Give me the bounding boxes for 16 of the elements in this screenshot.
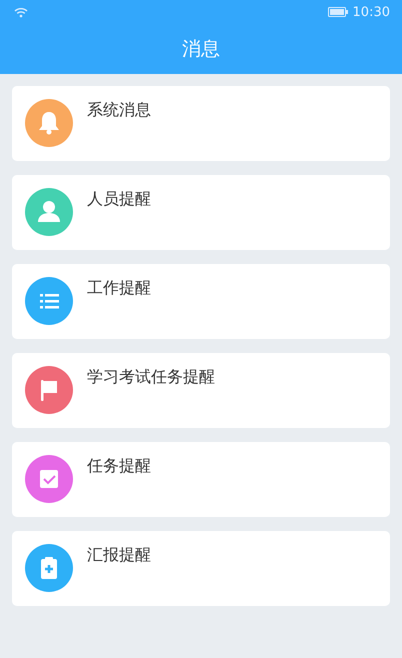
message-category-card[interactable]: 人员提醒 [12, 175, 390, 250]
category-label: 学习考试任务提醒 [87, 367, 215, 388]
category-label: 人员提醒 [87, 189, 151, 210]
category-label: 系统消息 [87, 100, 151, 121]
category-label: 汇报提醒 [87, 545, 151, 566]
wifi-icon [14, 6, 28, 18]
status-time: 10:30 [352, 4, 390, 20]
message-category-card[interactable]: 系统消息 [12, 86, 390, 161]
message-category-card[interactable]: 汇报提醒 [12, 531, 390, 606]
message-category-card[interactable]: 学习考试任务提醒 [12, 353, 390, 428]
message-category-card[interactable]: 任务提醒 [12, 442, 390, 517]
battery-icon [328, 7, 348, 17]
message-category-card[interactable]: 工作提醒 [12, 264, 390, 339]
category-label: 工作提醒 [87, 278, 151, 299]
page-title: 消息 [182, 37, 220, 62]
category-label: 任务提醒 [87, 456, 151, 477]
